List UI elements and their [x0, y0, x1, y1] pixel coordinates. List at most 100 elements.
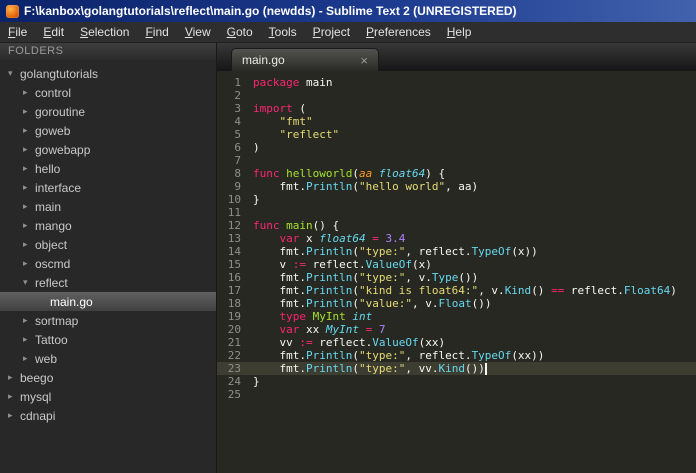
chevron-collapsed-icon[interactable]: ▸	[8, 410, 20, 421]
sidebar-folder-oscmd[interactable]: ▸ oscmd	[0, 254, 216, 273]
chevron-collapsed-icon[interactable]: ▸	[23, 87, 35, 98]
menu-selection[interactable]: Selection	[72, 22, 137, 42]
chevron-collapsed-icon[interactable]: ▸	[23, 315, 35, 326]
sidebar-folder-object[interactable]: ▸ object	[0, 235, 216, 254]
code-line-18[interactable]: 18 fmt.Println("value:", v.Float())	[217, 297, 696, 310]
menu-edit[interactable]: Edit	[35, 22, 72, 42]
sidebar-folder-goroutine[interactable]: ▸ goroutine	[0, 102, 216, 121]
tab-main-go[interactable]: main.go ×	[231, 48, 379, 71]
code-line-5[interactable]: 5 "reflect"	[217, 128, 696, 141]
line-content: }	[253, 375, 260, 388]
sidebar-folder-goweb[interactable]: ▸ goweb	[0, 121, 216, 140]
code-line-15[interactable]: 15 v := reflect.ValueOf(x)	[217, 258, 696, 271]
sidebar-folder-cdnapi[interactable]: ▸ cdnapi	[0, 406, 216, 425]
line-content: func helloworld(aa float64) {	[253, 167, 446, 180]
sidebar-file-main.go[interactable]: main.go	[0, 292, 216, 311]
chevron-collapsed-icon[interactable]: ▸	[23, 353, 35, 364]
code-line-4[interactable]: 4 "fmt"	[217, 115, 696, 128]
chevron-collapsed-icon[interactable]: ▸	[23, 201, 35, 212]
code-line-25[interactable]: 25	[217, 388, 696, 401]
chevron-collapsed-icon[interactable]: ▸	[23, 334, 35, 345]
code-line-13[interactable]: 13 var x float64 = 3.4	[217, 232, 696, 245]
menu-file[interactable]: File	[0, 22, 35, 42]
tree-item-label: interface	[35, 180, 82, 195]
menu-view[interactable]: View	[177, 22, 219, 42]
code-line-20[interactable]: 20 var xx MyInt = 7	[217, 323, 696, 336]
folder-tree: ▾ golangtutorials ▸ control ▸ goroutine ▸ goweb…	[0, 60, 216, 473]
code-line-17[interactable]: 17 fmt.Println("kind is float64:", v.Kin…	[217, 284, 696, 297]
line-number: 9	[234, 180, 241, 193]
tree-item-label: control	[35, 85, 72, 100]
code-line-3[interactable]: 3 import (	[217, 102, 696, 115]
line-number: 20	[227, 323, 241, 336]
menu-tools[interactable]: Tools	[261, 22, 305, 42]
tree-item-label: oscmd	[35, 256, 71, 271]
chevron-collapsed-icon[interactable]: ▸	[23, 144, 35, 155]
line-number: 1	[234, 76, 241, 89]
code-line-6[interactable]: 6)	[217, 141, 696, 154]
line-content: fmt.Println("kind is float64:", v.Kind()…	[253, 284, 677, 297]
sidebar-folder-mango[interactable]: ▸ mango	[0, 216, 216, 235]
sidebar-folder-control[interactable]: ▸ control	[0, 83, 216, 102]
chevron-collapsed-icon[interactable]: ▸	[8, 391, 20, 402]
sidebar-folder-gowebapp[interactable]: ▸ gowebapp	[0, 140, 216, 159]
folders-header: FOLDERS	[0, 43, 216, 60]
code-line-24[interactable]: 24}	[217, 375, 696, 388]
tree-item-label: cdnapi	[20, 408, 56, 423]
code-line-1[interactable]: 1 package main	[217, 76, 696, 89]
line-number: 6	[234, 141, 241, 154]
code-line-10[interactable]: 10}	[217, 193, 696, 206]
line-number: 2	[234, 89, 241, 102]
code-line-21[interactable]: 21 vv := reflect.ValueOf(xx)	[217, 336, 696, 349]
code-line-23[interactable]: 23 fmt.Println("type:", vv.Kind())	[217, 362, 696, 375]
line-number: 25	[227, 388, 241, 401]
sidebar-folder-main[interactable]: ▸ main	[0, 197, 216, 216]
tree-item-label: goroutine	[35, 104, 86, 119]
chevron-expanded-icon[interactable]: ▾	[8, 68, 20, 79]
menu-preferences[interactable]: Preferences	[358, 22, 439, 42]
code-line-8[interactable]: 8 func helloworld(aa float64) {	[217, 167, 696, 180]
sidebar-folder-web[interactable]: ▸ web	[0, 349, 216, 368]
chevron-collapsed-icon[interactable]: ▸	[23, 239, 35, 250]
code-line-9[interactable]: 9 fmt.Println("hello world", aa)	[217, 180, 696, 193]
chevron-collapsed-icon[interactable]: ▸	[23, 220, 35, 231]
chevron-collapsed-icon[interactable]: ▸	[23, 125, 35, 136]
code-view[interactable]: 1 package main 2 3 import (4 "fmt" 5 "reflect…	[217, 71, 696, 473]
menu-goto[interactable]: Goto	[219, 22, 261, 42]
chevron-collapsed-icon[interactable]: ▸	[8, 372, 20, 383]
sidebar-folder-sortmap[interactable]: ▸ sortmap	[0, 311, 216, 330]
chevron-collapsed-icon[interactable]: ▸	[23, 106, 35, 117]
sidebar-folder-golangtutorials[interactable]: ▾ golangtutorials	[0, 64, 216, 83]
code-line-2[interactable]: 2	[217, 89, 696, 102]
sidebar-folder-reflect[interactable]: ▾ reflect	[0, 273, 216, 292]
sidebar-folder-interface[interactable]: ▸ interface	[0, 178, 216, 197]
chevron-collapsed-icon[interactable]: ▸	[23, 258, 35, 269]
chevron-collapsed-icon[interactable]: ▸	[23, 182, 35, 193]
editor-area: main.go × 1 package main 2 3 import (4 "fmt"…	[217, 43, 696, 473]
menu-project[interactable]: Project	[305, 22, 358, 42]
tab-close-icon[interactable]: ×	[360, 54, 368, 67]
tree-item-label: main.go	[50, 294, 93, 309]
menu-help[interactable]: Help	[439, 22, 480, 42]
chevron-expanded-icon[interactable]: ▾	[23, 277, 35, 288]
line-content: fmt.Println("type:", reflect.TypeOf(xx))	[253, 349, 545, 362]
code-line-12[interactable]: 12 func main() {	[217, 219, 696, 232]
tree-item-label: Tattoo	[35, 332, 68, 347]
sidebar-folder-mysql[interactable]: ▸ mysql	[0, 387, 216, 406]
chevron-collapsed-icon[interactable]: ▸	[23, 163, 35, 174]
line-number: 15	[227, 258, 241, 271]
sidebar-folder-hello[interactable]: ▸ hello	[0, 159, 216, 178]
sidebar-folder-tattoo[interactable]: ▸ Tattoo	[0, 330, 216, 349]
tree-item-label: sortmap	[35, 313, 79, 328]
menu-find[interactable]: Find	[137, 22, 176, 42]
line-content: type MyInt int	[279, 310, 373, 323]
titlebar[interactable]: F:\kanbox\golangtutorials\reflect\main.g…	[0, 0, 696, 22]
code-line-11[interactable]: 11	[217, 206, 696, 219]
code-line-14[interactable]: 14 fmt.Println("type:", reflect.TypeOf(x…	[217, 245, 696, 258]
code-line-19[interactable]: 19 type MyInt int	[217, 310, 696, 323]
sidebar-folder-beego[interactable]: ▸ beego	[0, 368, 216, 387]
code-line-22[interactable]: 22 fmt.Println("type:", reflect.TypeOf(x…	[217, 349, 696, 362]
code-line-16[interactable]: 16 fmt.Println("type:", v.Type())	[217, 271, 696, 284]
menubar: File Edit Selection Find View Goto Tools Projec…	[0, 22, 696, 43]
code-line-7[interactable]: 7	[217, 154, 696, 167]
